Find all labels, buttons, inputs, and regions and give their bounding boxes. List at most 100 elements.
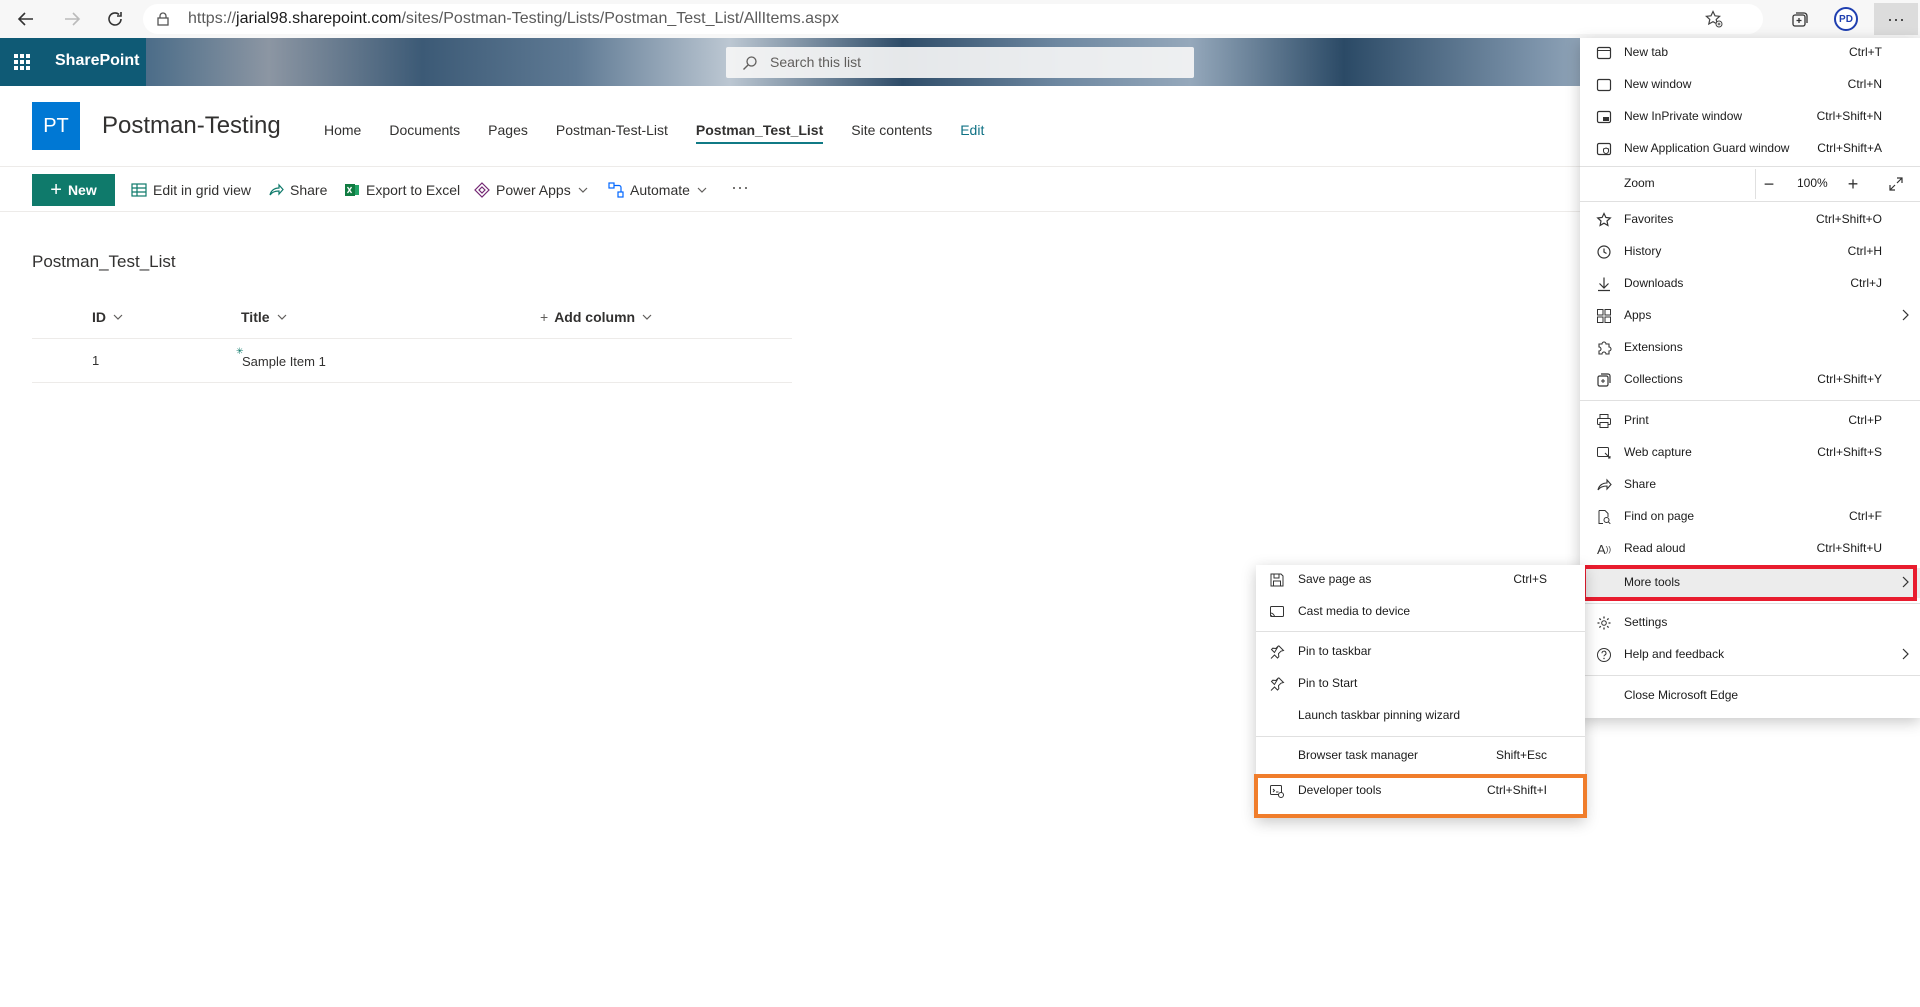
plus-icon: + — [540, 309, 549, 325]
gear-icon — [1595, 614, 1613, 632]
column-header-title-label: Title — [241, 309, 270, 325]
site-header: PT Postman-Testing Home Documents Pages … — [0, 86, 1580, 167]
share-icon — [269, 183, 284, 196]
list-title: Postman_Test_List — [32, 252, 176, 271]
submenu-task-manager[interactable]: Browser task manager Shift+Esc — [1256, 741, 1585, 771]
menu-downloads[interactable]: Downloads Ctrl+J — [1580, 269, 1920, 299]
power-apps-label: Power Apps — [496, 182, 571, 198]
menu-close-edge[interactable]: Close Microsoft Edge — [1580, 681, 1920, 711]
settings-and-more-button[interactable]: ··· — [1874, 3, 1918, 35]
address-bar[interactable]: https://jarial98.sharepoint.com/sites/Po… — [143, 4, 1763, 34]
add-column-button[interactable]: + Add column — [540, 309, 653, 325]
find-icon — [1595, 508, 1613, 526]
more-commands-button[interactable]: ··· — [731, 177, 749, 198]
menu-web-capture[interactable]: Web capture Ctrl+Shift+S — [1580, 438, 1920, 468]
share-icon — [1595, 476, 1613, 494]
zoom-in-button[interactable]: + — [1842, 173, 1864, 195]
command-bar: + New Edit in grid view Share Export to … — [0, 167, 1580, 212]
more-tools-highlight-box — [1582, 565, 1917, 601]
browser-toolbar: https://jarial98.sharepoint.com/sites/Po… — [0, 0, 1920, 39]
pin-icon — [1268, 675, 1286, 693]
menu-new-application-guard[interactable]: New Application Guard window Ctrl+Shift+… — [1580, 134, 1920, 164]
menu-find-on-page[interactable]: Find on page Ctrl+F — [1580, 502, 1920, 532]
new-button[interactable]: + New — [32, 174, 115, 206]
download-icon — [1595, 275, 1613, 293]
menu-favorites[interactable]: Favorites Ctrl+Shift+O — [1580, 205, 1920, 235]
chevron-right-icon — [1898, 647, 1912, 666]
menu-new-inprivate[interactable]: New InPrivate window Ctrl+Shift+N — [1580, 102, 1920, 132]
menu-share[interactable]: Share — [1580, 470, 1920, 500]
power-apps-button[interactable]: Power Apps — [474, 182, 589, 198]
column-header-id[interactable]: ID — [92, 309, 124, 325]
submenu-pin-taskbar[interactable]: Pin to taskbar — [1256, 637, 1585, 667]
add-favorite-icon[interactable] — [1705, 10, 1723, 33]
search-placeholder: Search this list — [770, 54, 862, 70]
suite-brand-area: SharePoint — [0, 38, 146, 86]
suite-brand[interactable]: SharePoint — [55, 52, 139, 70]
save-icon — [1268, 571, 1286, 589]
fullscreen-icon[interactable] — [1885, 173, 1907, 195]
refresh-button[interactable] — [103, 7, 127, 31]
app-launcher-icon[interactable] — [14, 54, 30, 70]
menu-divider — [1580, 675, 1920, 676]
export-to-excel-button[interactable]: Export to Excel — [344, 182, 460, 198]
nav-postman-test-list[interactable]: Postman-Test-List — [556, 122, 668, 138]
chevron-down-icon — [113, 314, 123, 320]
submenu-divider — [1256, 736, 1585, 737]
nav-site-contents[interactable]: Site contents — [851, 122, 932, 138]
zoom-out-button[interactable]: − — [1758, 173, 1780, 195]
search-box[interactable]: Search this list — [726, 47, 1194, 78]
nav-home[interactable]: Home — [324, 122, 361, 138]
extensions-icon — [1595, 339, 1613, 357]
edit-grid-view-button[interactable]: Edit in grid view — [131, 182, 251, 198]
automate-icon — [608, 182, 624, 198]
forward-button[interactable] — [60, 7, 84, 31]
menu-history[interactable]: History Ctrl+H — [1580, 237, 1920, 267]
lock-icon — [157, 12, 169, 31]
site-title[interactable]: Postman-Testing — [102, 112, 281, 140]
nav-postman-test-list-active[interactable]: Postman_Test_List — [695, 122, 824, 144]
submenu-save-page-as[interactable]: Save page as Ctrl+S — [1256, 565, 1585, 595]
menu-print[interactable]: Print Ctrl+P — [1580, 406, 1920, 436]
zoom-divider — [1755, 169, 1756, 199]
back-arrow-icon — [17, 12, 33, 26]
nav-documents[interactable]: Documents — [389, 122, 460, 138]
help-icon — [1595, 646, 1613, 664]
developer-tools-highlight-box — [1254, 774, 1587, 818]
forward-arrow-icon — [65, 12, 81, 26]
url-text: https://jarial98.sharepoint.com/sites/Po… — [188, 10, 839, 27]
submenu-divider — [1256, 631, 1585, 632]
cell-title[interactable]: Sample Item 1 — [242, 354, 326, 369]
chevron-right-icon — [1898, 308, 1912, 327]
new-window-icon — [1595, 76, 1613, 94]
chevron-down-icon — [578, 187, 588, 193]
menu-new-window[interactable]: New window Ctrl+N — [1580, 70, 1920, 100]
automate-button[interactable]: Automate — [608, 182, 708, 198]
header-divider — [32, 338, 792, 339]
menu-collections[interactable]: Collections Ctrl+Shift+Y — [1580, 365, 1920, 395]
power-apps-icon — [474, 182, 490, 198]
grid-icon — [131, 183, 147, 197]
submenu-pin-start[interactable]: Pin to Start — [1256, 669, 1585, 699]
profile-avatar[interactable]: PD — [1834, 7, 1858, 31]
column-header-title[interactable]: Title — [241, 309, 288, 325]
apps-icon — [1595, 307, 1613, 325]
share-label: Share — [290, 182, 328, 198]
menu-divider — [1580, 400, 1920, 401]
share-button[interactable]: Share — [268, 182, 327, 198]
menu-extensions[interactable]: Extensions — [1580, 333, 1920, 363]
menu-help-feedback[interactable]: Help and feedback — [1580, 640, 1920, 670]
menu-read-aloud[interactable]: A)) Read aloud Ctrl+Shift+U — [1580, 534, 1920, 564]
site-logo[interactable]: PT — [32, 102, 80, 150]
back-button[interactable] — [14, 7, 38, 31]
submenu-cast-media[interactable]: Cast media to device — [1256, 597, 1585, 627]
favorites-icon — [1595, 211, 1613, 229]
nav-edit-link[interactable]: Edit — [960, 122, 984, 138]
menu-apps[interactable]: Apps — [1580, 301, 1920, 331]
menu-new-tab[interactable]: New tab Ctrl+T — [1580, 38, 1920, 68]
chevron-down-icon — [277, 314, 286, 320]
collections-icon[interactable] — [1786, 7, 1812, 31]
submenu-pinning-wizard[interactable]: Launch taskbar pinning wizard — [1256, 701, 1585, 731]
nav-pages[interactable]: Pages — [488, 122, 528, 138]
menu-settings[interactable]: Settings — [1580, 608, 1920, 638]
